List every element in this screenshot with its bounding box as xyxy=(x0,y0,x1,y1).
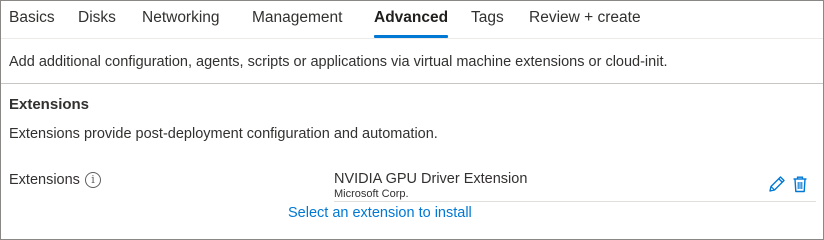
info-icon[interactable]: i xyxy=(85,172,101,188)
tab-disks[interactable]: Disks xyxy=(78,9,116,37)
extension-name: NVIDIA GPU Driver Extension xyxy=(334,171,528,187)
tab-management[interactable]: Management xyxy=(252,9,342,37)
extensions-field-label: Extensions xyxy=(9,172,80,188)
tab-bar: Basics Disks Networking Management Advan… xyxy=(1,1,823,38)
tab-review-create[interactable]: Review + create xyxy=(529,9,641,37)
section-divider xyxy=(1,83,823,84)
tab-basics[interactable]: Basics xyxy=(9,9,55,37)
tab-networking[interactable]: Networking xyxy=(142,9,220,37)
tab-label: Advanced xyxy=(374,9,449,26)
intro-text: Add additional configuration, agents, sc… xyxy=(9,54,668,70)
extension-row-divider xyxy=(334,201,816,202)
tab-label: Disks xyxy=(78,9,116,26)
tab-label: Basics xyxy=(9,9,55,26)
tab-label: Management xyxy=(252,9,343,26)
tab-label: Networking xyxy=(142,9,220,26)
pencil-icon[interactable] xyxy=(767,174,787,194)
tab-label: Review + create xyxy=(529,9,641,26)
section-title: Extensions xyxy=(9,96,90,113)
tab-advanced[interactable]: Advanced xyxy=(374,9,449,38)
extension-publisher: Microsoft Corp. xyxy=(334,188,409,200)
section-description: Extensions provide post-deployment confi… xyxy=(9,126,438,142)
advanced-tab-panel: Basics Disks Networking Management Advan… xyxy=(0,0,824,240)
tab-label: Tags xyxy=(471,9,504,26)
tab-divider xyxy=(1,38,823,39)
tab-tags[interactable]: Tags xyxy=(471,9,504,37)
trash-icon[interactable] xyxy=(790,174,810,194)
select-extension-link[interactable]: Select an extension to install xyxy=(288,205,472,221)
